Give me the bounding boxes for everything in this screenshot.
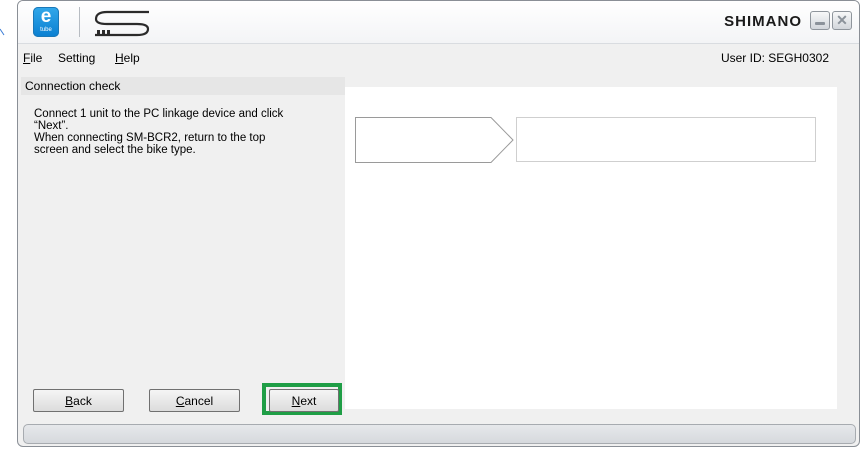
app-icon-letter: e [40, 6, 52, 27]
application-window: e tube SHIMANO ✕ File Setting Help User … [17, 0, 860, 447]
next-button[interactable]: Next [269, 389, 339, 412]
app-icon-caption: tube [40, 27, 52, 33]
left-panel: Connection check Connect 1 unit to the P… [21, 77, 345, 421]
cancel-button[interactable]: Cancel [149, 389, 240, 412]
menu-bar: File Setting Help User ID: SEGH0302 [18, 44, 859, 72]
menu-setting[interactable]: Setting [58, 51, 95, 65]
shimano-brand: SHIMANO [724, 13, 802, 30]
connection-diagram-panel [345, 87, 837, 409]
menu-help[interactable]: Help [115, 51, 140, 65]
shimano-s-logo [94, 10, 150, 37]
back-button[interactable]: Back [33, 389, 124, 412]
title-bar: e tube SHIMANO ✕ [18, 1, 859, 44]
minimize-button[interactable] [810, 11, 830, 30]
instruction-line: screen and select the bike type. [34, 144, 196, 156]
instruction-line: “Next”. [34, 120, 69, 132]
instruction-line: When connecting SM-BCR2, return to the t… [34, 132, 266, 144]
menu-file[interactable]: File [23, 51, 42, 65]
user-id: User ID: SEGH0302 [720, 51, 829, 65]
etube-app-icon: e tube [33, 7, 59, 37]
instruction-line: Connect 1 unit to the PC linkage device … [34, 108, 284, 120]
status-bar [23, 424, 856, 444]
panel-title: Connection check [21, 77, 345, 95]
close-button[interactable]: ✕ [832, 11, 852, 30]
instruction-text: Connect 1 unit to the PC linkage device … [34, 108, 334, 156]
minimize-icon [815, 22, 825, 25]
connected-unit-box [516, 117, 816, 162]
edge-mark [0, 28, 5, 36]
title-separator [79, 7, 80, 37]
pc-device-arrow-shape [355, 117, 514, 163]
close-icon: ✕ [836, 12, 848, 28]
